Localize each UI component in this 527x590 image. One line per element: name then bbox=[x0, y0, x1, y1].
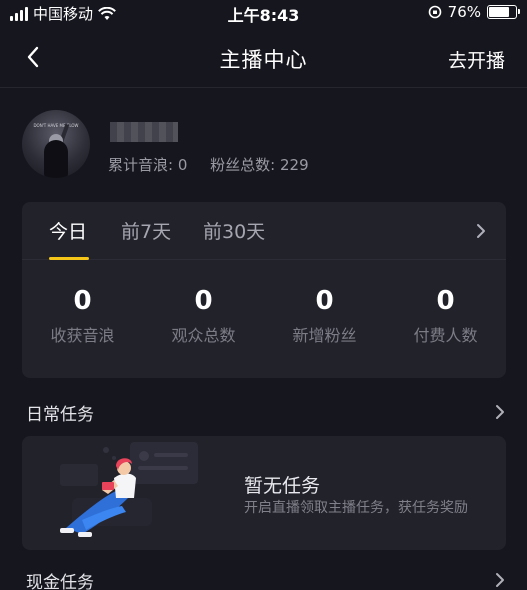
chevron-right-icon bbox=[496, 405, 504, 419]
metric-label: 观众总数 bbox=[171, 326, 236, 345]
battery-fill bbox=[489, 7, 509, 17]
section-title: 日常任务 bbox=[26, 405, 94, 425]
stats-card: 今日 前7天 前30天 0 收获音浪 0 观众总数 0 新增粉丝 0 付费人数 bbox=[22, 202, 506, 378]
metric-sound-waves: 0 收获音浪 bbox=[22, 286, 143, 346]
status-bar: 中国移动 上午8:43 76% bbox=[0, 0, 527, 26]
fans-total: 粉丝总数: 229 bbox=[210, 156, 309, 174]
metric-value: 0 bbox=[436, 286, 455, 316]
daily-tasks-card: 暂无任务 开启直播领取主播任务，获任务奖励 bbox=[22, 436, 506, 550]
section-title: 现金任务 bbox=[26, 573, 94, 590]
metric-new-fans: 0 新增粉丝 bbox=[264, 286, 385, 346]
metric-viewers: 0 观众总数 bbox=[143, 286, 264, 346]
chevron-right-icon bbox=[496, 573, 504, 587]
empty-desc: 开启直播领取主播任务，获任务奖励 bbox=[244, 500, 468, 516]
chevron-right-icon[interactable] bbox=[474, 222, 488, 240]
metric-value: 0 bbox=[194, 286, 213, 316]
metric-label: 新增粉丝 bbox=[292, 326, 357, 345]
metric-label: 付费人数 bbox=[413, 326, 478, 345]
daily-tasks-header[interactable]: 日常任务 bbox=[22, 398, 506, 428]
metric-paying-users: 0 付费人数 bbox=[385, 286, 506, 346]
username-redacted bbox=[110, 122, 178, 142]
nav-bar: 主播中心 去开播 bbox=[0, 30, 527, 88]
avatar-text: DON'T HAVE ME SLOW bbox=[33, 123, 79, 128]
metric-value: 0 bbox=[73, 286, 92, 316]
orientation-lock-icon bbox=[428, 5, 441, 19]
tab-last-7-days[interactable]: 前7天 bbox=[121, 217, 171, 244]
stats-tabs: 今日 前7天 前30天 bbox=[22, 202, 506, 260]
metric-label: 收获音浪 bbox=[50, 326, 115, 345]
empty-tasks-illustration bbox=[60, 442, 198, 537]
avatar-figure bbox=[44, 140, 68, 178]
metric-value: 0 bbox=[315, 286, 334, 316]
tab-indicator bbox=[49, 257, 89, 260]
tab-last-30-days[interactable]: 前30天 bbox=[203, 217, 265, 244]
tab-today[interactable]: 今日 bbox=[49, 217, 87, 244]
battery-percent: 76% bbox=[447, 3, 481, 21]
cash-tasks-header[interactable]: 现金任务 bbox=[22, 566, 506, 590]
battery-icon bbox=[487, 5, 520, 19]
go-live-button[interactable]: 去开播 bbox=[448, 46, 505, 73]
empty-title: 暂无任务 bbox=[244, 475, 321, 497]
accumulated-sound-waves: 累计音浪: 0 bbox=[108, 156, 188, 174]
profile-section: DON'T HAVE ME SLOW 累计音浪: 0 粉丝总数: 229 bbox=[22, 110, 502, 182]
profile-stats: 累计音浪: 0 粉丝总数: 229 bbox=[108, 154, 327, 175]
avatar[interactable]: DON'T HAVE ME SLOW bbox=[22, 110, 90, 178]
status-right: 76% bbox=[428, 3, 520, 21]
